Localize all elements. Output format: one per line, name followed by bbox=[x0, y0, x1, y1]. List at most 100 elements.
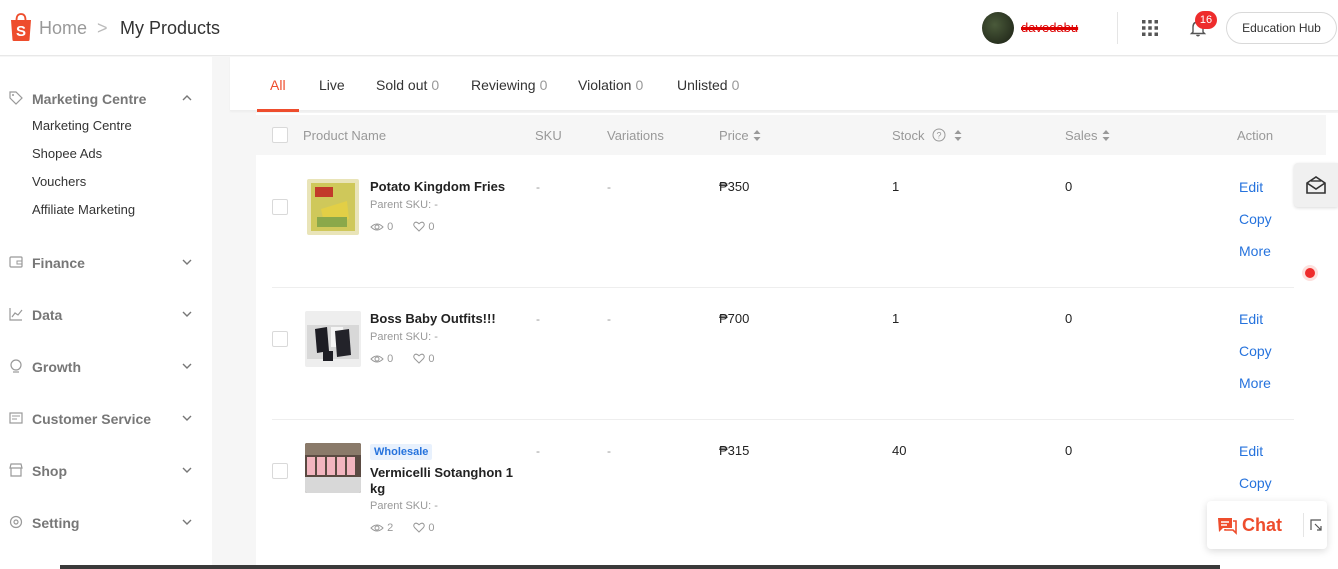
column-header-label: Sales bbox=[1065, 128, 1098, 143]
more-link[interactable]: More bbox=[1239, 375, 1271, 391]
product-image-fries[interactable] bbox=[307, 179, 359, 235]
row-checkbox[interactable] bbox=[272, 463, 288, 479]
sidebar-section-label: Customer Service bbox=[32, 411, 152, 427]
notification-dot bbox=[1305, 268, 1315, 278]
sidebar-section-customer-service[interactable]: Customer Service bbox=[0, 405, 212, 433]
avatar[interactable] bbox=[982, 12, 1014, 44]
copy-link[interactable]: Copy bbox=[1239, 343, 1272, 359]
sidebar-section-shop[interactable]: Shop bbox=[0, 457, 212, 485]
view-count: 0 bbox=[387, 353, 394, 365]
svg-text:S: S bbox=[16, 23, 26, 40]
stock-value: 1 bbox=[892, 179, 900, 194]
sidebar-item-affiliate-marketing[interactable]: Affiliate Marketing bbox=[32, 202, 135, 217]
product-name[interactable]: Potato Kingdom Fries bbox=[370, 179, 520, 195]
select-all-checkbox[interactable] bbox=[272, 127, 288, 143]
tab-label: Unlisted bbox=[677, 77, 728, 93]
more-link[interactable]: More bbox=[1239, 243, 1271, 259]
tab-count: 0 bbox=[431, 77, 440, 93]
chevron-down-icon[interactable] bbox=[181, 308, 193, 320]
chevron-down-icon[interactable] bbox=[181, 516, 193, 528]
bottom-scrollbar[interactable] bbox=[60, 565, 1220, 569]
price-value: ₱350 bbox=[719, 179, 750, 194]
settings-icon bbox=[9, 515, 23, 529]
tab-unlisted[interactable]: Unlisted 0 bbox=[677, 77, 739, 93]
chat-icon bbox=[1218, 518, 1237, 535]
apps-grid-icon[interactable] bbox=[1141, 19, 1159, 37]
copy-link[interactable]: Copy bbox=[1239, 211, 1272, 227]
chevron-up-icon[interactable] bbox=[181, 92, 193, 104]
help-icon: ? bbox=[932, 128, 946, 142]
product-status-tabs: All Live Sold out 0 Reviewing 0 Violation 0… bbox=[230, 57, 1338, 112]
education-hub-button[interactable]: Education Hub bbox=[1226, 12, 1337, 44]
parent-sku: Parent SKU: - bbox=[370, 331, 438, 343]
product-image-vermicelli[interactable] bbox=[305, 443, 361, 493]
eye-icon bbox=[370, 223, 384, 231]
tab-violation[interactable]: Violation 0 bbox=[578, 77, 643, 93]
product-name[interactable]: Boss Baby Outfits!!! bbox=[370, 311, 520, 327]
sidebar-item-marketing-centre[interactable]: Marketing Centre bbox=[32, 118, 132, 133]
edit-link[interactable]: Edit bbox=[1239, 443, 1263, 459]
product-stats: 0 0 bbox=[370, 221, 435, 233]
copy-link[interactable]: Copy bbox=[1239, 475, 1272, 491]
column-header-product-name: Product Name bbox=[303, 128, 387, 143]
main-content: All Live Sold out 0 Reviewing 0 Violation 0… bbox=[230, 57, 1338, 569]
table-row: Boss Baby Outfits!!! Parent SKU: - 0 0 -… bbox=[272, 288, 1294, 420]
sidebar-item-shopee-ads[interactable]: Shopee Ads bbox=[32, 146, 102, 161]
chevron-down-icon[interactable] bbox=[181, 412, 193, 424]
shopee-logo-icon[interactable]: S bbox=[8, 12, 34, 42]
column-header-sku: SKU bbox=[535, 128, 562, 143]
sort-icon bbox=[954, 130, 962, 141]
wallet-icon bbox=[9, 256, 23, 268]
sidebar: Marketing Centre Marketing Centre Shopee… bbox=[0, 57, 212, 569]
sku-value: - bbox=[536, 180, 540, 194]
chat-widget[interactable]: Chat bbox=[1207, 501, 1327, 549]
product-name[interactable]: Vermicelli Sotanghon 1 kg bbox=[370, 465, 520, 497]
table-header: Product Name SKU Variations Price Stock … bbox=[256, 115, 1326, 155]
chevron-down-icon[interactable] bbox=[181, 256, 193, 268]
username[interactable]: davedabu bbox=[1021, 20, 1078, 35]
tab-all[interactable]: All bbox=[270, 77, 286, 93]
column-header-stock[interactable]: Stock ? bbox=[892, 128, 962, 143]
variations-value: - bbox=[607, 312, 611, 326]
sidebar-item-vouchers[interactable]: Vouchers bbox=[32, 174, 86, 189]
sales-value: 0 bbox=[1065, 179, 1073, 194]
row-checkbox[interactable] bbox=[272, 331, 288, 347]
sidebar-section-label: Shop bbox=[32, 463, 67, 479]
mail-widget-button[interactable] bbox=[1294, 163, 1338, 207]
edit-link[interactable]: Edit bbox=[1239, 311, 1263, 327]
tab-label: Live bbox=[319, 77, 345, 93]
edit-link[interactable]: Edit bbox=[1239, 179, 1263, 195]
column-header-label: Stock bbox=[892, 128, 925, 143]
variations-value: - bbox=[607, 444, 611, 458]
breadcrumb-home[interactable]: Home bbox=[39, 18, 87, 39]
tab-label: All bbox=[270, 77, 286, 93]
svg-text:?: ? bbox=[937, 131, 942, 141]
parent-sku: Parent SKU: - bbox=[370, 500, 438, 512]
chevron-down-icon[interactable] bbox=[181, 360, 193, 372]
parent-sku: Parent SKU: - bbox=[370, 199, 438, 211]
column-header-sales[interactable]: Sales bbox=[1065, 128, 1110, 143]
sidebar-section-finance[interactable]: Finance bbox=[0, 249, 212, 277]
sidebar-section-growth[interactable]: Growth bbox=[0, 353, 212, 381]
product-image-outfits[interactable] bbox=[305, 311, 361, 367]
sidebar-section-label: Data bbox=[32, 307, 63, 323]
chevron-down-icon[interactable] bbox=[181, 464, 193, 476]
variations-value: - bbox=[607, 180, 611, 194]
tab-live[interactable]: Live bbox=[319, 77, 345, 93]
shop-icon bbox=[9, 463, 23, 477]
sidebar-section-setting[interactable]: Setting bbox=[0, 509, 212, 537]
sidebar-section-data[interactable]: Data bbox=[0, 301, 212, 329]
expand-icon[interactable] bbox=[1310, 519, 1322, 531]
tab-reviewing[interactable]: Reviewing 0 bbox=[471, 77, 547, 93]
mail-open-icon bbox=[1306, 176, 1326, 194]
table-row: Wholesale Vermicelli Sotanghon 1 kg Pare… bbox=[272, 420, 1294, 552]
page-title: My Products bbox=[120, 18, 221, 38]
sidebar-section-marketing-centre[interactable]: Marketing Centre bbox=[0, 85, 212, 113]
column-header-price[interactable]: Price bbox=[719, 128, 761, 143]
tag-icon bbox=[9, 91, 23, 105]
row-checkbox[interactable] bbox=[272, 199, 288, 215]
eye-icon bbox=[370, 355, 384, 363]
tab-sold-out[interactable]: Sold out 0 bbox=[376, 77, 439, 93]
column-header-action: Action bbox=[1237, 128, 1274, 143]
price-value: ₱700 bbox=[719, 311, 750, 326]
